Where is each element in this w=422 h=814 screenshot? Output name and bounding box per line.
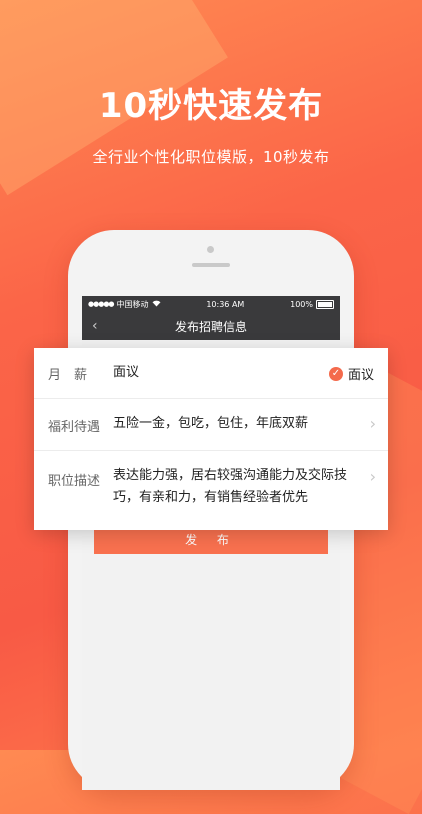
nav-bar: ‹ 发布招聘信息 <box>82 312 340 340</box>
benefits-value: 五险一金，包吃，包住，年底双薪 <box>113 416 309 431</box>
nav-title: 发布招聘信息 <box>174 319 247 334</box>
description-label: 职位描述 <box>48 474 101 489</box>
negotiable-label: 面议 <box>347 368 374 383</box>
wifi-icon <box>152 300 161 309</box>
status-bar: ●●●●● 中国移动 10:36 AM 100% <box>82 296 340 312</box>
hero-subtitle: 全行业个性化职位模版，10秒发布 <box>92 148 330 166</box>
chevron-left-icon[interactable]: ‹ <box>92 318 98 334</box>
salary-label: 月 薪 <box>48 368 88 383</box>
benefits-label: 福利待遇 <box>48 420 101 435</box>
check-circle-icon: ✓ <box>328 366 343 381</box>
description-row[interactable]: 职位描述 表达能力强，居右较强沟通能力及交际技巧，有亲和力，有销售经验者优先 › <box>34 450 388 530</box>
hero-title: 10秒快速发布 <box>98 86 324 126</box>
signal-icon: ●●●●● <box>88 300 115 308</box>
chevron-right-icon: › <box>369 467 376 486</box>
phone-camera <box>207 246 214 253</box>
carrier-name: 中国移动 <box>116 299 149 309</box>
battery-icon <box>316 299 334 309</box>
status-time: 10:36 AM <box>206 299 245 309</box>
chevron-right-icon: › <box>369 414 376 433</box>
battery-percent: 100% <box>290 299 313 309</box>
benefits-row[interactable]: 福利待遇 五险一金，包吃，包住，年底双薪 › <box>34 398 388 451</box>
job-form-card: 月 薪 面议 ✓ 面议 福利待遇 五险一金，包吃，包住，年底双薪 › 职位描述 … <box>34 348 388 530</box>
phone-speaker <box>192 263 230 267</box>
salary-row[interactable]: 月 薪 面议 ✓ 面议 <box>34 348 388 399</box>
negotiable-option[interactable]: ✓ 面议 <box>328 364 374 383</box>
description-value: 表达能力强，居右较强沟通能力及交际技巧，有亲和力，有销售经验者优先 <box>113 468 348 505</box>
salary-value: 面议 <box>113 365 140 380</box>
